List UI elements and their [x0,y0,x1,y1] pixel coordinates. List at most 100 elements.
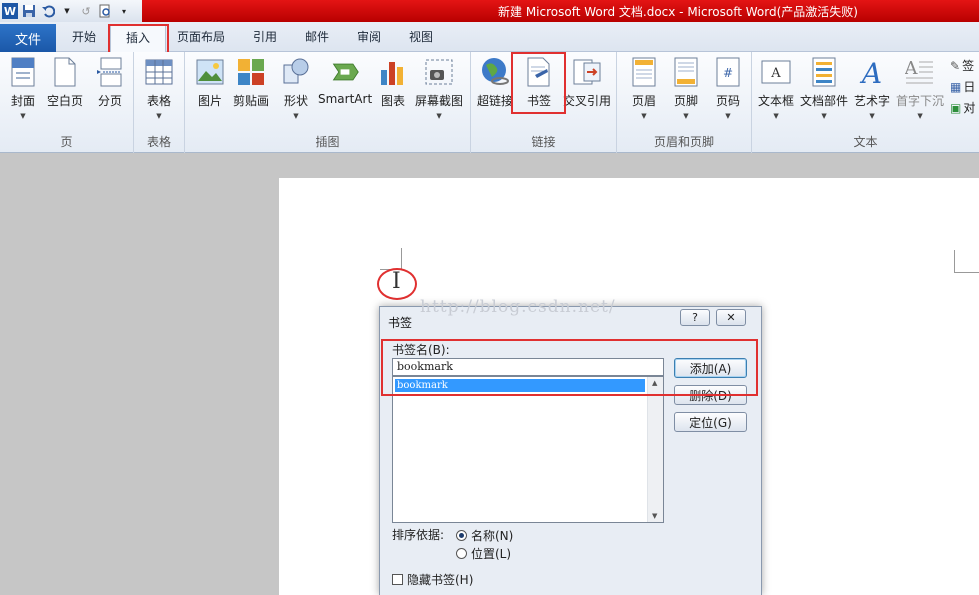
screenshot-icon [424,56,454,88]
undo-icon[interactable] [40,3,56,19]
sort-by-location-radio[interactable]: 位置(L) [456,545,511,562]
blank-page-button[interactable]: 空白页 [47,56,83,109]
picture-button[interactable]: 图片 [195,56,225,109]
table-button[interactable]: 表格 ▼ [144,56,174,120]
calendar-icon: ▦ [950,79,962,94]
chevron-down-icon: ▼ [773,112,779,120]
bookmark-list[interactable]: bookmark ▲ ▼ [392,376,664,523]
list-item[interactable]: bookmark [395,379,645,392]
chevron-down-icon: ▼ [20,112,26,120]
clipart-button[interactable]: 剪贴画 [233,56,269,109]
svg-text:A: A [905,58,919,79]
chart-button[interactable]: 图表 [378,56,408,109]
save-icon[interactable] [21,3,37,19]
margin-mark [954,272,979,273]
picture-icon [195,56,225,88]
object-button[interactable]: ▣ 对 [950,99,975,116]
group-header-footer: 页眉 ▼ 页脚 ▼ # 页码 ▼ 页眉和页脚 [617,52,752,153]
scrollbar[interactable]: ▲ ▼ [647,377,663,522]
hidden-bookmarks-checkbox[interactable]: 隐藏书签(H) [392,571,473,588]
sort-by-name-radio[interactable]: 名称(N) [456,527,513,544]
tab-review[interactable]: 审阅 [357,28,381,45]
header-button[interactable]: 页眉 ▼ [629,56,659,120]
dialog-title: 书签 [388,316,413,330]
add-button[interactable]: 添加(A) [674,358,747,378]
svg-text:A: A [770,66,781,81]
chevron-down-icon[interactable]: ▼ [59,3,75,19]
page-break-icon [95,56,125,88]
customize-qat-icon[interactable]: ▾ [116,3,132,19]
margin-mark [954,250,955,273]
group-label-header-footer: 页眉和页脚 [653,135,714,149]
bookmark-dialog: 书签 ? ✕ 书签名(B): bookmark bookmark ▲ ▼ 添加(… [379,306,762,595]
cover-page-icon [8,56,38,88]
help-button[interactable]: ? [680,309,710,326]
dropcap-button[interactable]: A 首字下沉 ▼ [896,56,944,120]
tab-insert[interactable]: 插入 [110,24,166,53]
print-preview-icon[interactable] [97,3,113,19]
page-break-button[interactable]: 分页 [95,56,125,109]
chevron-down-icon: ▼ [821,112,827,120]
group-text: A 文本框 ▼ 文档部件 ▼ A 艺术字 ▼ A 首字下沉 ▼ 文本 [752,52,979,153]
margin-mark [401,248,402,270]
chevron-down-icon: ▼ [293,112,299,120]
chevron-down-icon: ▼ [436,112,442,120]
ribbon: 封面 ▼ 空白页 分页 页 表格 ▼ 表格 图片 剪贴画 形状 ▼ SmartA… [0,52,979,153]
group-links: 超链接 书签 交叉引用 链接 [471,52,617,153]
group-label-links: 链接 [531,135,556,149]
smartart-button[interactable]: SmartArt [318,56,372,106]
shapes-icon [281,56,311,88]
shapes-button[interactable]: 形状 ▼ [281,56,311,120]
quick-access-toolbar: W ▼ ↺ ▾ [0,0,142,22]
word-app-icon[interactable]: W [2,3,18,19]
screenshot-button[interactable]: 屏幕截图 ▼ [415,56,463,120]
group-label-illustrations: 插图 [315,135,340,149]
quick-parts-button[interactable]: 文档部件 ▼ [800,56,848,120]
group-tables: 表格 ▼ 表格 [134,52,185,153]
sort-by-label: 排序依据: [392,528,445,542]
cross-reference-icon [572,56,602,88]
blank-page-icon [50,56,80,88]
tab-file[interactable]: 文件 [0,24,56,52]
chevron-down-icon: ▼ [641,112,647,120]
chevron-down-icon: ▼ [683,112,689,120]
quick-parts-icon [809,56,839,88]
scroll-down-icon[interactable]: ▼ [652,512,657,520]
chevron-down-icon: ▼ [725,112,731,120]
chevron-down-icon: ▼ [156,112,162,120]
tab-references[interactable]: 引用 [253,28,277,45]
hyperlink-button[interactable]: 超链接 [477,56,513,109]
bookmark-button[interactable]: 书签 [524,56,554,109]
cross-reference-button[interactable]: 交叉引用 [563,56,611,109]
wordart-icon: A [857,56,887,88]
hyperlink-globe-icon [480,56,510,88]
radio-unselected-icon [456,548,467,559]
textbox-icon: A [761,56,791,88]
tab-view[interactable]: 视图 [409,28,433,45]
highlight-cursor-circle [377,268,417,300]
watermark: http://blog.csdn.net/ [420,297,616,317]
goto-button[interactable]: 定位(G) [674,412,747,432]
cover-button[interactable]: 封面 ▼ [8,56,38,120]
header-icon [629,56,659,88]
bookmark-name-label: 书签名(B): [392,343,450,357]
chart-icon [378,56,408,88]
page-number-icon: # [713,56,743,88]
tab-page-layout[interactable]: 页面布局 [177,28,225,45]
date-time-button[interactable]: ▦ 日 [950,78,975,95]
footer-button[interactable]: 页脚 ▼ [671,56,701,120]
scroll-up-icon[interactable]: ▲ [652,379,657,387]
object-icon: ▣ [950,100,962,115]
redo-icon[interactable]: ↺ [78,3,94,19]
tab-home[interactable]: 开始 [72,28,96,45]
signature-icon: ✎ [950,58,961,73]
tab-mailings[interactable]: 邮件 [305,28,329,45]
close-icon[interactable]: ✕ [716,309,746,326]
group-label-tables: 表格 [146,135,171,149]
bookmark-name-input[interactable]: bookmark [392,358,664,376]
page-number-button[interactable]: # 页码 ▼ [713,56,743,120]
signature-line-button[interactable]: ✎ 签 [950,57,974,74]
textbox-button[interactable]: A 文本框 ▼ [758,56,794,120]
wordart-button[interactable]: A 艺术字 ▼ [854,56,890,120]
delete-button[interactable]: 删除(D) [674,385,747,405]
